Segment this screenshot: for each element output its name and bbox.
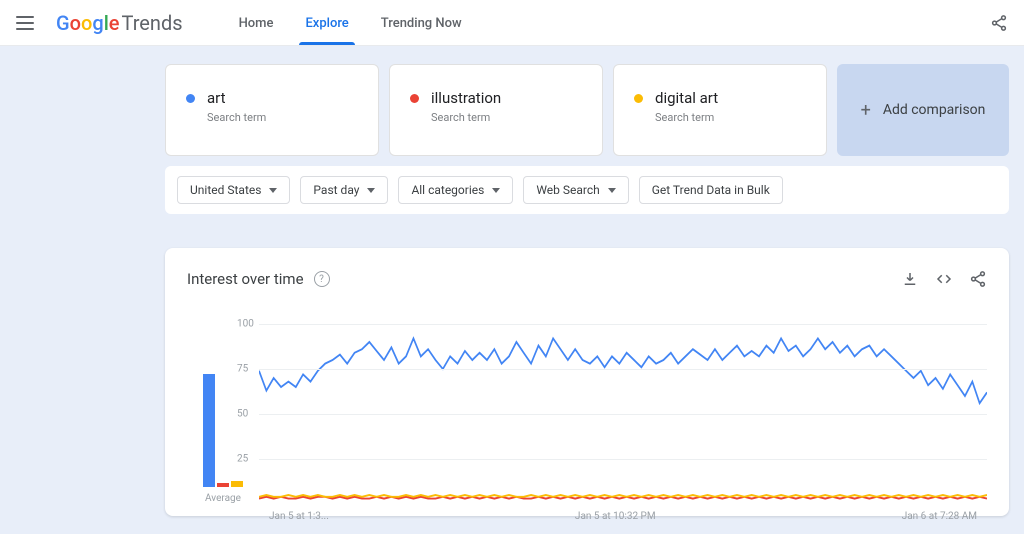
embed-icon[interactable] <box>935 270 953 288</box>
term-name: illustration <box>431 89 501 107</box>
avg-bar-art <box>203 374 215 487</box>
chevron-down-icon <box>492 188 500 193</box>
bulk-data-label: Get Trend Data in Bulk <box>652 183 770 197</box>
add-comparison-label: Add comparison <box>883 102 986 118</box>
chevron-down-icon <box>269 188 277 193</box>
logo-trends-text: Trends <box>122 11 183 35</box>
avg-bar-illustration <box>217 483 229 487</box>
x-label: Jan 5 at 10:32 PM <box>575 511 656 522</box>
interest-over-time-card: Interest over time ? <box>165 248 1009 516</box>
geo-filter-label: United States <box>190 183 261 197</box>
y-tick: 25 <box>237 454 248 465</box>
term-subtitle: Search term <box>431 111 582 124</box>
app-header: Google Trends Home Explore Trending Now <box>0 0 1024 46</box>
filters-bar: United States Past day All categories We… <box>165 166 1009 214</box>
bulk-data-button[interactable]: Get Trend Data in Bulk <box>639 176 783 204</box>
geo-filter[interactable]: United States <box>177 176 290 204</box>
nav-trending-now[interactable]: Trending Now <box>365 2 478 44</box>
term-card-digital-art[interactable]: digital art Search term <box>613 64 827 156</box>
share-icon[interactable] <box>990 14 1008 32</box>
search-type-filter[interactable]: Web Search <box>523 176 628 204</box>
google-trends-logo[interactable]: Google Trends <box>56 11 183 35</box>
chart-title: Interest over time <box>187 270 304 288</box>
help-icon[interactable]: ? <box>314 271 330 287</box>
term-color-dot <box>186 94 195 103</box>
chart-body: Average Jan 5 at 1:3... Jan 5 at 10:32 P… <box>187 324 987 504</box>
category-filter-label: All categories <box>411 183 484 197</box>
term-card-art[interactable]: art Search term <box>165 64 379 156</box>
term-name: art <box>207 89 226 107</box>
term-cards-row: art Search term illustration Search term… <box>165 64 1009 156</box>
term-subtitle: Search term <box>207 111 358 124</box>
menu-icon[interactable] <box>16 11 40 35</box>
plus-icon: + <box>861 100 871 121</box>
term-color-dot <box>410 94 419 103</box>
y-tick: 100 <box>237 319 254 330</box>
term-subtitle: Search term <box>655 111 806 124</box>
primary-nav: Home Explore Trending Now <box>223 2 478 44</box>
download-icon[interactable] <box>901 270 919 288</box>
search-terms-section: art Search term illustration Search term… <box>0 46 1024 534</box>
average-label: Average <box>205 493 241 504</box>
avg-bar-digital-art <box>231 481 243 487</box>
add-comparison-button[interactable]: + Add comparison <box>837 64 1009 156</box>
x-label: Jan 6 at 7:28 AM <box>902 511 977 522</box>
term-name: digital art <box>655 89 718 107</box>
x-axis-labels: Jan 5 at 1:3... Jan 5 at 10:32 PM Jan 6 … <box>259 511 987 522</box>
time-filter[interactable]: Past day <box>300 176 388 204</box>
y-tick: 50 <box>237 409 248 420</box>
chevron-down-icon <box>367 188 375 193</box>
term-card-illustration[interactable]: illustration Search term <box>389 64 603 156</box>
category-filter[interactable]: All categories <box>398 176 513 204</box>
share-icon[interactable] <box>969 270 987 288</box>
series-line-art <box>259 338 987 403</box>
y-tick: 75 <box>237 364 248 375</box>
time-filter-label: Past day <box>313 183 359 197</box>
nav-home[interactable]: Home <box>223 2 290 44</box>
search-type-filter-label: Web Search <box>536 183 599 197</box>
nav-explore[interactable]: Explore <box>289 2 364 44</box>
chevron-down-icon <box>608 188 616 193</box>
series-line-digital-art <box>259 495 987 497</box>
term-color-dot <box>634 94 643 103</box>
x-label: Jan 5 at 1:3... <box>269 511 329 522</box>
chart-plot-area: Jan 5 at 1:3... Jan 5 at 10:32 PM Jan 6 … <box>259 324 987 504</box>
